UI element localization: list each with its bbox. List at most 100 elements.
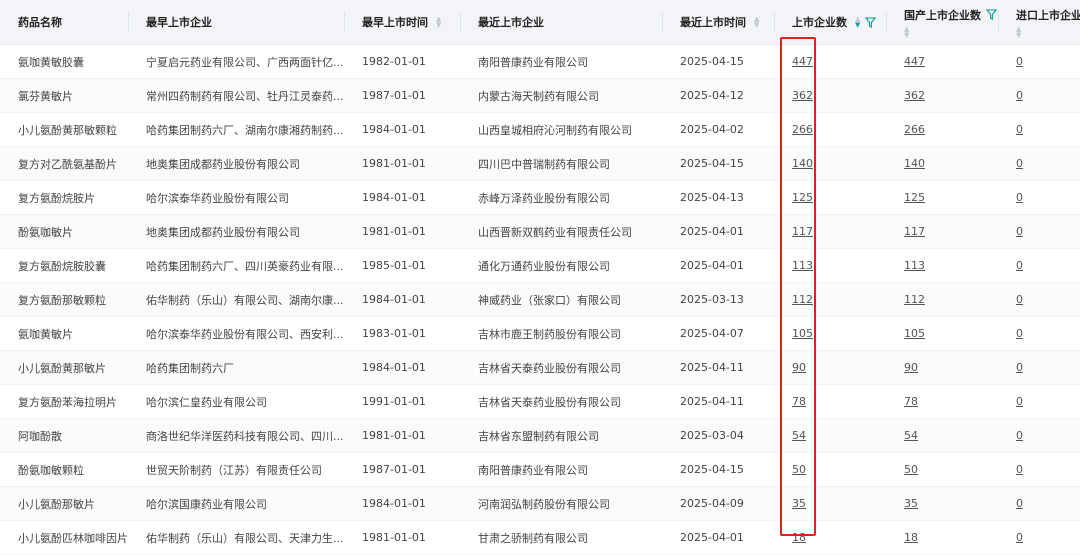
cell-latest-time-text: 2025-04-12 bbox=[680, 89, 744, 102]
cell-import-count-link[interactable]: 0 bbox=[1016, 123, 1023, 136]
cell-latest-company: 吉林省天泰药业股份有限公司 bbox=[460, 360, 662, 376]
cell-domestic-count-link[interactable]: 113 bbox=[904, 259, 925, 272]
cell-domestic-count-link[interactable]: 50 bbox=[904, 463, 918, 476]
sort-icon[interactable]: ▲ ▼ bbox=[1016, 25, 1021, 38]
cell-company-count-link[interactable]: 18 bbox=[792, 531, 806, 544]
cell-earliest-time-text: 1991-01-01 bbox=[362, 395, 426, 408]
cell-import-count-link[interactable]: 0 bbox=[1016, 191, 1023, 204]
cell-import-count: 0 bbox=[998, 259, 1080, 272]
cell-company-count-link[interactable]: 78 bbox=[792, 395, 806, 408]
cell-company-count-link[interactable]: 117 bbox=[792, 225, 813, 238]
cell-domestic-count-link[interactable]: 447 bbox=[904, 55, 925, 68]
sort-icon[interactable]: ▲ ▼ bbox=[436, 16, 441, 29]
cell-import-count: 0 bbox=[998, 293, 1080, 306]
cell-company-count-link[interactable]: 140 bbox=[792, 157, 813, 170]
cell-drug-name-text: 氨咖黄敏片 bbox=[18, 327, 73, 341]
header-import-count[interactable]: 进口上市企业数 ▲▼ bbox=[998, 0, 1080, 44]
cell-drug-name: 阿咖酚散 bbox=[0, 428, 128, 444]
header-earliest-company-label: 最早上市企业 bbox=[146, 16, 212, 29]
cell-company-count: 112 bbox=[774, 293, 886, 306]
table-row: 小儿氨酚黄那敏片 哈药集团制药六厂 1984-01-01 吉林省天泰药业股份有限公司 2… bbox=[0, 351, 1080, 385]
cell-latest-time-text: 2025-04-11 bbox=[680, 361, 744, 374]
cell-domestic-count-link[interactable]: 362 bbox=[904, 89, 925, 102]
cell-company-count-link[interactable]: 90 bbox=[792, 361, 806, 374]
table-row: 酚氨咖敏颗粒 世贸天阶制药（江苏）有限责任公司 1987-01-01 南阳普康药业有限… bbox=[0, 453, 1080, 487]
cell-import-count-link[interactable]: 0 bbox=[1016, 531, 1023, 544]
cell-domestic-count-link[interactable]: 140 bbox=[904, 157, 925, 170]
cell-latest-time-text: 2025-04-01 bbox=[680, 259, 744, 272]
cell-latest-company: 吉林市鹿王制药股份有限公司 bbox=[460, 326, 662, 342]
cell-domestic-count-link[interactable]: 35 bbox=[904, 497, 918, 510]
cell-drug-name: 复方对乙酰氨基酚片 bbox=[0, 156, 128, 172]
cell-company-count-link[interactable]: 112 bbox=[792, 293, 813, 306]
table-row: 酚氨咖敏片 地奥集团成都药业股份有限公司 1981-01-01 山西晋新双鹤药业有限责… bbox=[0, 215, 1080, 249]
cell-domestic-count-link[interactable]: 112 bbox=[904, 293, 925, 306]
cell-latest-time: 2025-04-15 bbox=[662, 55, 774, 68]
cell-import-count-link[interactable]: 0 bbox=[1016, 327, 1023, 340]
cell-latest-company: 吉林省天泰药业股份有限公司 bbox=[460, 394, 662, 410]
cell-domestic-count-link[interactable]: 117 bbox=[904, 225, 925, 238]
cell-earliest-time-text: 1987-01-01 bbox=[362, 89, 426, 102]
cell-domestic-count-link[interactable]: 18 bbox=[904, 531, 918, 544]
cell-import-count-link[interactable]: 0 bbox=[1016, 395, 1023, 408]
cell-import-count-link[interactable]: 0 bbox=[1016, 463, 1023, 476]
cell-drug-name: 小儿氨酚黄那敏颗粒 bbox=[0, 122, 128, 138]
cell-domestic-count-link[interactable]: 54 bbox=[904, 429, 918, 442]
cell-earliest-company: 世贸天阶制药（江苏）有限责任公司 bbox=[128, 462, 344, 478]
cell-latest-time: 2025-03-04 bbox=[662, 429, 774, 442]
cell-company-count-link[interactable]: 266 bbox=[792, 123, 813, 136]
cell-domestic-count-link[interactable]: 90 bbox=[904, 361, 918, 374]
cell-import-count-link[interactable]: 0 bbox=[1016, 89, 1023, 102]
cell-company-count: 113 bbox=[774, 259, 886, 272]
sort-icon[interactable]: ▲ ▼ bbox=[855, 16, 860, 29]
cell-latest-time-text: 2025-04-15 bbox=[680, 55, 744, 68]
header-latest-time-label: 最近上市时间 bbox=[680, 16, 746, 29]
cell-drug-name: 氯芬黄敏片 bbox=[0, 88, 128, 104]
cell-import-count-link[interactable]: 0 bbox=[1016, 293, 1023, 306]
cell-domestic-count-link[interactable]: 266 bbox=[904, 123, 925, 136]
cell-earliest-company-text: 哈尔滨仁皇药业有限公司 bbox=[146, 395, 267, 409]
cell-domestic-count-link[interactable]: 125 bbox=[904, 191, 925, 204]
cell-earliest-time-text: 1987-01-01 bbox=[362, 463, 426, 476]
cell-company-count-link[interactable]: 447 bbox=[792, 55, 813, 68]
header-domestic-count[interactable]: 国产上市企业数 ▲ ▼ bbox=[886, 0, 998, 44]
cell-domestic-count-link[interactable]: 78 bbox=[904, 395, 918, 408]
cell-earliest-company-text: 哈尔滨泰华药业股份有限公司 bbox=[146, 191, 289, 205]
table-row: 复方氨酚苯海拉明片 哈尔滨仁皇药业有限公司 1991-01-01 吉林省天泰药业股份有… bbox=[0, 385, 1080, 419]
cell-earliest-time: 1981-01-01 bbox=[344, 157, 460, 170]
filter-icon[interactable] bbox=[865, 16, 877, 28]
cell-latest-company-text: 四川巴中普瑞制药有限公司 bbox=[478, 157, 610, 171]
cell-company-count-link[interactable]: 125 bbox=[792, 191, 813, 204]
cell-domestic-count: 54 bbox=[886, 429, 998, 442]
cell-company-count-link[interactable]: 35 bbox=[792, 497, 806, 510]
cell-import-count-link[interactable]: 0 bbox=[1016, 361, 1023, 374]
cell-import-count: 0 bbox=[998, 225, 1080, 238]
cell-import-count-link[interactable]: 0 bbox=[1016, 55, 1023, 68]
cell-company-count-link[interactable]: 362 bbox=[792, 89, 813, 102]
cell-earliest-company-text: 地奥集团成都药业股份有限公司 bbox=[146, 157, 300, 171]
cell-import-count-link[interactable]: 0 bbox=[1016, 497, 1023, 510]
cell-domestic-count: 35 bbox=[886, 497, 998, 510]
cell-drug-name: 酚氨咖敏颗粒 bbox=[0, 462, 128, 478]
header-earliest-time[interactable]: 最早上市时间 ▲ ▼ bbox=[344, 0, 460, 44]
cell-company-count-link[interactable]: 113 bbox=[792, 259, 813, 272]
cell-company-count-link[interactable]: 105 bbox=[792, 327, 813, 340]
cell-domestic-count: 117 bbox=[886, 225, 998, 238]
cell-domestic-count-link[interactable]: 105 bbox=[904, 327, 925, 340]
header-company-count[interactable]: 上市企业数 ▲ ▼ bbox=[774, 0, 886, 44]
sort-icon[interactable]: ▲ ▼ bbox=[754, 16, 759, 29]
table-row: 氨咖黄敏胶囊 宁夏启元药业有限公司、广西两面针亿... 1982-01-01 南阳普康… bbox=[0, 45, 1080, 79]
header-latest-time[interactable]: 最近上市时间 ▲ ▼ bbox=[662, 0, 774, 44]
filter-icon[interactable] bbox=[986, 9, 997, 20]
cell-import-count-link[interactable]: 0 bbox=[1016, 259, 1023, 272]
cell-import-count-link[interactable]: 0 bbox=[1016, 157, 1023, 170]
cell-domestic-count: 112 bbox=[886, 293, 998, 306]
cell-company-count-link[interactable]: 54 bbox=[792, 429, 806, 442]
cell-company-count-link[interactable]: 50 bbox=[792, 463, 806, 476]
sort-icon[interactable]: ▲ ▼ bbox=[904, 25, 909, 38]
cell-company-count: 362 bbox=[774, 89, 886, 102]
cell-import-count-link[interactable]: 0 bbox=[1016, 225, 1023, 238]
cell-earliest-company: 哈药集团制药六厂、湖南尔康湘药制药... bbox=[128, 122, 344, 138]
cell-latest-time-text: 2025-03-13 bbox=[680, 293, 744, 306]
cell-import-count-link[interactable]: 0 bbox=[1016, 429, 1023, 442]
